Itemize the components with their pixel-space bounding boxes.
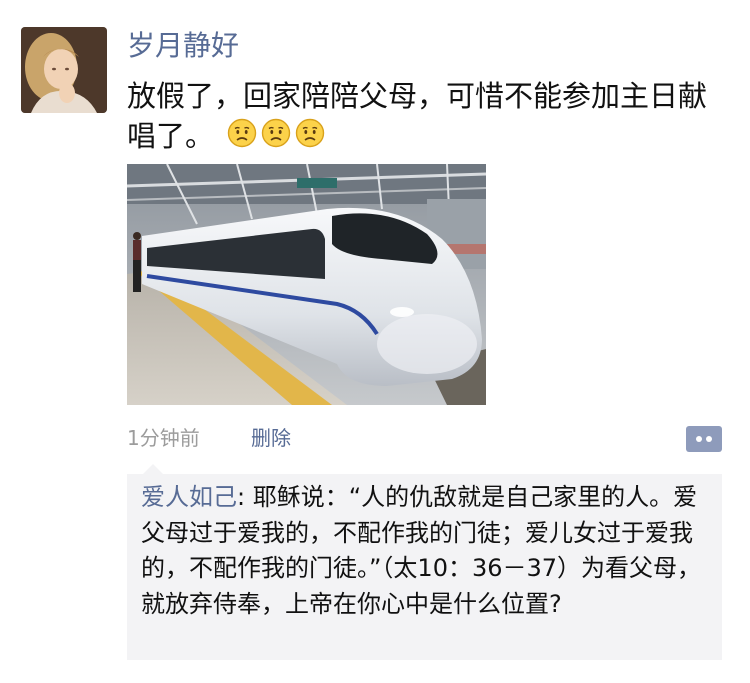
post-timestamp: 1分钟前: [127, 426, 200, 450]
dot-icon: [706, 436, 712, 442]
high-speed-train-photo: [127, 164, 486, 405]
post-photo[interactable]: [127, 164, 486, 405]
avatar-girl-image: [21, 27, 107, 113]
delete-button[interactable]: 删除: [251, 424, 291, 452]
comment-separator: :: [237, 483, 253, 511]
frown-emoji-icon: [261, 118, 291, 158]
avatar[interactable]: [21, 27, 107, 113]
comment-action-button[interactable]: [686, 426, 722, 452]
comments-section: 爱人如己: 耶稣说：“人的仇敌就是自己家里的人。爱父母过于爱我的，不配作我的门徒…: [127, 464, 722, 660]
post-text: 放假了，回家陪陪父母，可惜不能参加主日献唱了。: [127, 76, 727, 158]
frown-emoji-icon: [227, 118, 257, 158]
comment-author[interactable]: 爱人如己: [141, 483, 237, 511]
dot-icon: [696, 436, 702, 442]
frown-emoji-icon: [295, 118, 325, 158]
post-text-content: 放假了，回家陪陪父母，可惜不能参加主日献唱了。: [127, 79, 708, 153]
post-author-name[interactable]: 岁月静好: [127, 28, 239, 64]
comment-item[interactable]: 爱人如己: 耶稣说：“人的仇敌就是自己家里的人。爱父母过于爱我的，不配作我的门徒…: [141, 480, 711, 622]
